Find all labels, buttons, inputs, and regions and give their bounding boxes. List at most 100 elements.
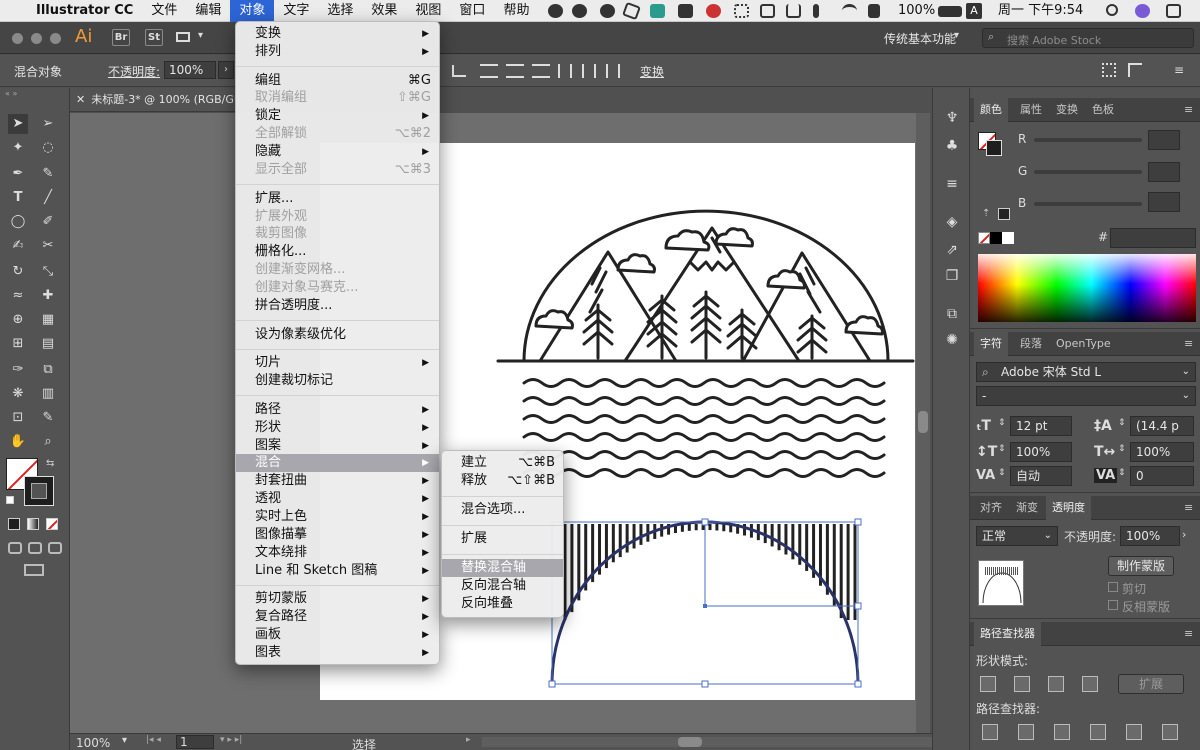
font-size-stepper-icon[interactable]: ⇕: [998, 418, 1006, 428]
zoom-level[interactable]: 100%: [76, 736, 110, 750]
minus-front-icon[interactable]: [1014, 676, 1030, 692]
color-stroke-swatch[interactable]: [986, 140, 1002, 156]
black-color-chip[interactable]: [990, 232, 1002, 244]
tracking-field[interactable]: 0: [1130, 466, 1194, 486]
none-color-chip[interactable]: [978, 232, 990, 244]
status-arrow-icon[interactable]: ▸: [466, 735, 471, 745]
blend_submenu-item[interactable]: 混合选项...: [442, 501, 563, 519]
vscale-stepper-icon[interactable]: ⇕: [998, 444, 1006, 454]
object_menu-item[interactable]: 切片 ▶: [236, 354, 439, 372]
channel-r-field[interactable]: [1148, 130, 1180, 150]
blend_submenu-item[interactable]: 替换混合轴: [442, 559, 563, 577]
tab-swatches[interactable]: 色板: [1086, 98, 1120, 122]
minus-back-icon[interactable]: [1162, 724, 1178, 740]
blend_submenu-item[interactable]: 释放 ⌥⇧⌘B: [442, 472, 563, 490]
transparency-opacity-field[interactable]: 100%: [1120, 526, 1180, 546]
crop-icon[interactable]: [1090, 724, 1106, 740]
character-panel-menu-icon[interactable]: ≡: [1178, 332, 1199, 356]
channel-g-field[interactable]: [1148, 162, 1180, 182]
tab-color[interactable]: 颜色: [974, 98, 1008, 122]
clip-checkbox[interactable]: [1108, 582, 1118, 592]
leading-stepper-icon[interactable]: ⇕: [1118, 418, 1126, 428]
object_menu-item[interactable]: 复合路径 ▶: [236, 608, 439, 626]
font-style-field[interactable]: - ⌄: [976, 386, 1196, 406]
object_menu-item[interactable]: 排列 ▶: [236, 43, 439, 61]
object_menu-item[interactable]: 图表 ▶: [236, 644, 439, 662]
object_menu-item[interactable]: 栅格化...: [236, 243, 439, 261]
object_menu-item[interactable]: 文本绕排 ▶: [236, 544, 439, 562]
tab-character[interactable]: 字符: [974, 332, 1008, 356]
object_menu-item[interactable]: 变换 ▶: [236, 25, 439, 43]
channel-b-field[interactable]: [1148, 192, 1180, 212]
layers-icon[interactable]: ◈: [942, 212, 962, 232]
font-family-chevron-icon[interactable]: ⌄: [1182, 363, 1190, 381]
tab-align[interactable]: 对齐: [974, 496, 1008, 520]
object_menu-item[interactable]: Line 和 Sketch 图稿 ▶: [236, 562, 439, 580]
artboards-icon[interactable]: ❐: [942, 266, 962, 286]
blend_submenu-item[interactable]: 扩展: [442, 530, 563, 548]
object_menu-item[interactable]: 编组 ⌘G: [236, 72, 439, 90]
blend-mode-select[interactable]: 正常 ⌄: [976, 526, 1058, 546]
color-panel-menu-icon[interactable]: ≡: [1178, 98, 1199, 122]
leading-field[interactable]: (14.4 p: [1130, 416, 1194, 436]
vertical-scale-field[interactable]: 100%: [1010, 442, 1072, 462]
tracking-stepper-icon[interactable]: ⇕: [1118, 468, 1126, 478]
blend_submenu-item[interactable]: 反向混合轴: [442, 577, 563, 595]
unite-icon[interactable]: [980, 676, 996, 692]
blend-mode-chevron-icon[interactable]: ⌄: [1044, 527, 1052, 545]
object_menu-item[interactable]: 图案 ▶: [236, 437, 439, 455]
object_menu-item[interactable]: 混合 ▶: [236, 454, 439, 473]
blend_submenu-item[interactable]: 建立 ⌥⌘B: [442, 454, 563, 472]
channel-r-slider[interactable]: [1034, 138, 1142, 142]
object_menu-item[interactable]: 封套扭曲 ▶: [236, 472, 439, 490]
transparency-panel-menu-icon[interactable]: ≡: [1178, 496, 1199, 520]
exclude-icon[interactable]: [1082, 676, 1098, 692]
vertical-scrollbar[interactable]: [916, 113, 930, 733]
pathfinder-expand-button[interactable]: 扩展: [1118, 674, 1184, 694]
zoom-chevron-icon[interactable]: ▾: [122, 735, 127, 746]
artboard-number-field[interactable]: 1: [176, 735, 214, 749]
outline-icon[interactable]: [1126, 724, 1142, 740]
font-family-field[interactable]: ⌕ Adobe 宋体 Std L ⌄: [976, 362, 1196, 382]
color-spectrum[interactable]: [978, 254, 1196, 322]
horizontal-scrollbar[interactable]: [482, 737, 982, 747]
tab-properties[interactable]: 属性: [1014, 98, 1048, 122]
object_menu-item[interactable]: 画板 ▶: [236, 626, 439, 644]
symbols-icon[interactable]: ♣: [942, 136, 962, 156]
mask-thumbnail[interactable]: [978, 560, 1024, 606]
opacity-flyout-icon[interactable]: ›: [1182, 528, 1186, 541]
white-color-chip[interactable]: [1002, 232, 1014, 244]
blend_submenu-item[interactable]: 反向堆叠: [442, 595, 563, 613]
trim-icon[interactable]: [1018, 724, 1034, 740]
export-icon[interactable]: ⇗: [942, 240, 962, 260]
first-artboard-icon[interactable]: |◂ ◂: [146, 735, 161, 745]
object_menu-item[interactable]: 透视 ▶: [236, 490, 439, 508]
pathfinder-panel-menu-icon[interactable]: ≡: [1178, 622, 1199, 646]
intersect-icon[interactable]: [1048, 676, 1064, 692]
kerning-field[interactable]: 自动: [1010, 466, 1072, 486]
puppet-icon[interactable]: ♆: [942, 108, 962, 128]
kerning-stepper-icon[interactable]: ⇕: [998, 468, 1006, 478]
object_menu-item[interactable]: 创建裁切标记: [236, 372, 439, 390]
tab-pathfinder[interactable]: 路径查找器: [974, 622, 1041, 646]
vertical-scroll-thumb[interactable]: [918, 411, 928, 433]
object_menu-item[interactable]: 锁定 ▶: [236, 107, 439, 125]
object_menu-item[interactable]: 实时上色 ▶: [236, 508, 439, 526]
last-color-swatch[interactable]: [998, 208, 1010, 220]
object_menu-item[interactable]: 拼合透明度...: [236, 297, 439, 315]
tab-paragraph[interactable]: 段落: [1014, 332, 1048, 356]
object_menu-item[interactable]: 图像描摹 ▶: [236, 526, 439, 544]
hscale-stepper-icon[interactable]: ⇕: [1118, 444, 1126, 454]
tab-transparency[interactable]: 透明度: [1046, 496, 1091, 520]
channel-g-slider[interactable]: [1034, 170, 1142, 174]
tab-gradient[interactable]: 渐变: [1010, 496, 1044, 520]
hex-field[interactable]: [1110, 228, 1196, 248]
appearance-icon[interactable]: ✺: [942, 330, 962, 350]
invert-mask-checkbox[interactable]: [1108, 600, 1118, 610]
channel-b-slider[interactable]: [1034, 202, 1142, 206]
horizontal-scale-field[interactable]: 100%: [1130, 442, 1194, 462]
out-of-gamut-icon[interactable]: ⇡: [982, 208, 990, 219]
object_menu-item[interactable]: 形状 ▶: [236, 419, 439, 437]
font-size-field[interactable]: 12 pt: [1010, 416, 1072, 436]
object_menu-item[interactable]: 设为像素级优化: [236, 326, 439, 344]
